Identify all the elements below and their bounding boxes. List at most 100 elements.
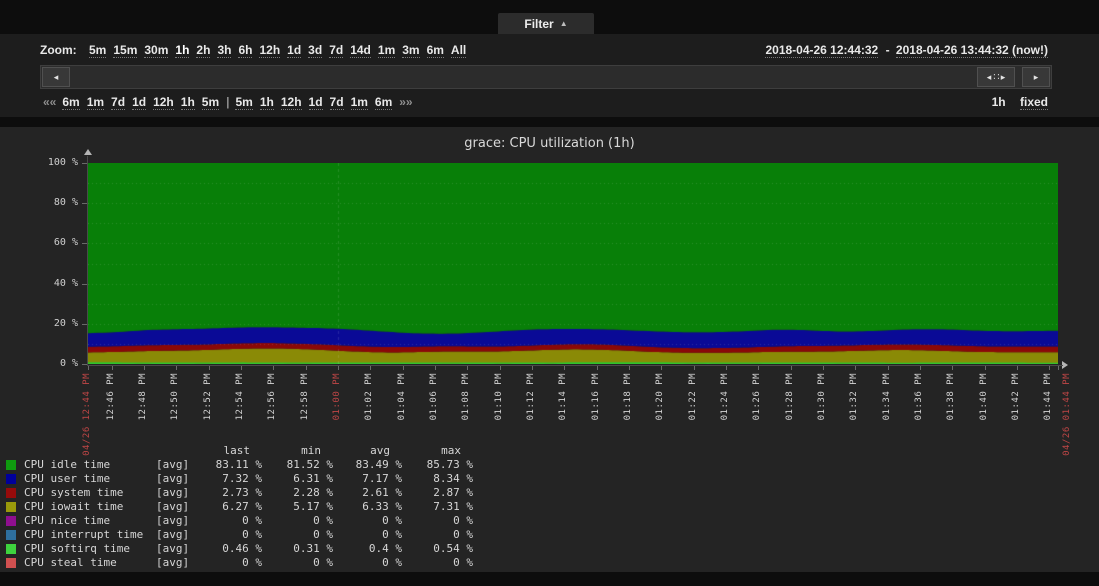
zoom-link-30m[interactable]: 30m [144,43,169,58]
zoom-link-1d[interactable]: 1d [287,43,302,58]
x-time-label: 01:02 PM [364,373,375,421]
zoom-link-2h[interactable]: 2h [196,43,211,58]
x-time-label: 12:48 PM [138,373,149,421]
scrollbar-handle[interactable]: ◂ ∷ ▸ [977,67,1015,87]
nav-forward-link-1h[interactable]: 1h [259,95,274,110]
series-name: CPU steal time [24,555,117,569]
nav-forward-link-1m[interactable]: 1m [350,95,368,110]
series-last: 2.73 % [222,485,262,499]
collapse-caret-icon: ▲ [559,19,568,28]
zoom-link-6m[interactable]: 6m [426,43,444,58]
nav-next-icon[interactable]: »» [399,95,412,109]
zoom-link-6h[interactable]: 6h [238,43,253,58]
nav-back-link-12h[interactable]: 12h [153,95,174,110]
series-color-swatch-steal [6,557,16,568]
zoom-link-7d[interactable]: 7d [329,43,344,58]
x-time-label: 12:56 PM [267,373,278,421]
x-tick-mark [823,366,825,370]
zoom-link-1h[interactable]: 1h [175,43,190,58]
x-time-label: 12:52 PM [202,373,213,421]
fixed-link[interactable]: fixed [1019,95,1048,110]
nav-forward-link-7d[interactable]: 7d [329,95,344,110]
nav-back-link-6m[interactable]: 6m [62,95,80,110]
series-max: 2.87 % [433,485,473,499]
scrollbar-track[interactable] [71,66,976,88]
x-tick-mark [1017,366,1019,370]
zoom-link-5m[interactable]: 5m [89,43,107,58]
cpu-utilization-chart[interactable] [88,163,1058,364]
x-time-label: 01:44 PM [1043,373,1054,421]
x-time-label: 01:28 PM [784,373,795,421]
legend-row-system: CPU system time [avg] 2.73 % 2.28 % 2.61 % 2.… [6,485,473,499]
x-time-label: 01:26 PM [752,373,763,421]
filter-tab[interactable]: Filter ▲ [498,13,594,34]
zoom-link-12h[interactable]: 12h [259,43,281,58]
zoom-label: Zoom: [40,43,77,57]
series-name: CPU iowait time [24,499,124,513]
series-min: 0 % [313,555,333,569]
x-time-label: 01:18 PM [623,373,634,421]
nav-forward-link-6m[interactable]: 6m [374,95,393,110]
zoom-link-14d[interactable]: 14d [350,43,371,58]
legend-header-spacer [156,443,201,457]
zoom-link-1m[interactable]: 1m [377,43,396,58]
series-last: 7.32 % [222,471,262,485]
series-min: 5.17 % [293,499,333,513]
date-from-link[interactable]: 2018-04-26 12:44:32 [765,43,879,58]
y-tick-mark [82,364,87,365]
x-tick-mark [241,366,243,370]
series-max: 8.34 % [433,471,473,485]
nav-prev-icon[interactable]: «« [43,95,56,109]
zoom-link-3d[interactable]: 3d [308,43,323,58]
zoom-link-all[interactable]: All [450,43,467,58]
series-color-swatch-system [6,487,16,498]
nav-back-link-1m[interactable]: 1m [86,95,105,110]
nav-back-link-1d[interactable]: 1d [132,95,147,110]
grip-icon: ∷ [993,71,999,83]
y-tick-label: 100 % [47,157,78,168]
nav-forward-link-5m[interactable]: 5m [235,95,253,110]
y-tick-label: 20 % [53,317,78,329]
legend-header-spacer [6,443,24,457]
series-avg: 0 % [382,513,402,527]
graph-panel: grace: CPU utilization (1h) 100 % 80 % 60 … [0,127,1099,572]
x-tick-mark [790,366,792,370]
y-tick-mark [82,283,87,285]
left-arrow-icon: ◂ [53,71,59,82]
nav-back-link-7d[interactable]: 7d [111,95,126,110]
series-source: [avg] [156,513,190,527]
legend-header-last: last [223,443,251,457]
x-tick-mark [920,366,922,370]
legend-color-cell [6,541,24,555]
series-source: [avg] [156,485,190,499]
series-min: 2.28 % [293,485,333,499]
time-scrollbar: ◂ ◂ ∷ ▸ ▸ [40,65,1052,89]
x-time-label: 01:08 PM [461,373,472,421]
date-to-link[interactable]: 2018-04-26 13:44:32 (now!) [895,43,1048,58]
legend-row-iowait: CPU iowait time [avg] 6.27 % 5.17 % 6.33 % 7.… [6,499,473,513]
series-max: 85.73 % [426,457,473,471]
x-tick-mark [144,366,146,370]
zoom-link-3h[interactable]: 3h [217,43,232,58]
series-color-swatch-softirq [6,543,16,554]
nav-back-link-5m[interactable]: 5m [201,95,220,110]
zoom-row: Zoom: 5m 15m 30m 1h 2h 3h 6h 12h 1d 3d 7d 14d 1m 3m 6m… [40,43,1052,59]
nav-forward-link-1d[interactable]: 1d [308,95,323,110]
legend-color-cell [6,471,24,485]
x-time-label: 01:42 PM [1011,373,1022,421]
scroll-left-button[interactable]: ◂ [42,67,70,87]
x-time-label: 12:46 PM [105,373,116,421]
x-tick-mark [564,366,566,370]
x-tick-mark [1049,366,1051,370]
series-max: 0 % [453,513,473,527]
x-time-label: 01:22 PM [687,373,698,421]
nav-forward-link-12h[interactable]: 12h [280,95,302,110]
scroll-right-button[interactable]: ▸ [1022,67,1050,87]
zoom-link-15m[interactable]: 15m [113,43,138,58]
series-color-swatch-interrupt [6,529,16,540]
zoom-link-3m[interactable]: 3m [402,43,420,58]
series-avg: 0.4 % [368,541,402,555]
nav-back-link-1h[interactable]: 1h [180,95,195,110]
x-tick-mark [273,366,275,370]
legend-row-user: CPU user time [avg] 7.32 % 6.31 % 7.17 % 8.34… [6,471,473,485]
